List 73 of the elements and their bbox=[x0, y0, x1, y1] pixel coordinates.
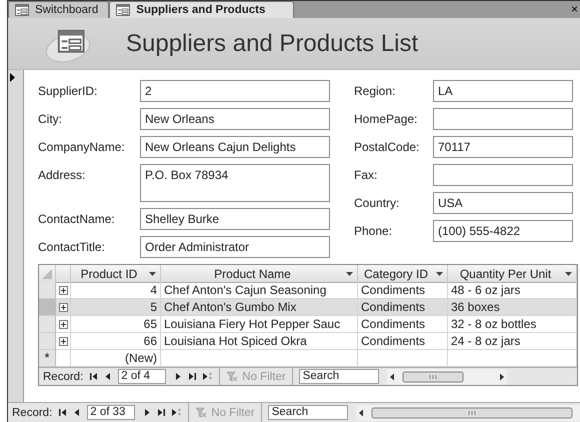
first-record-icon[interactable] bbox=[89, 371, 98, 382]
column-header[interactable]: Product ID bbox=[71, 265, 161, 283]
first-record-icon[interactable] bbox=[58, 407, 68, 418]
field-label: PostalCode: bbox=[354, 139, 420, 156]
input-field[interactable]: Order Administrator bbox=[140, 236, 330, 258]
new-row-marker: * bbox=[44, 350, 50, 366]
record-selector-icon[interactable] bbox=[8, 72, 16, 83]
table-cell: Louisiana Fiery Hot Pepper Sauc bbox=[161, 316, 358, 333]
field-label: Phone: bbox=[354, 223, 394, 240]
search-field[interactable]: Search bbox=[268, 405, 348, 420]
table-cell: Condiments bbox=[358, 333, 448, 350]
field-label: ContactTitle: bbox=[38, 239, 106, 256]
last-record-icon[interactable] bbox=[157, 407, 166, 418]
input-field[interactable]: New Orleans bbox=[140, 108, 330, 130]
record-position-field[interactable]: 2 of 4 bbox=[118, 369, 166, 384]
close-button[interactable]: × bbox=[570, 1, 580, 18]
field-label: Fax: bbox=[354, 167, 378, 184]
table-cell: 32 - 8 oz bottles bbox=[448, 316, 577, 333]
dropdown-arrow-icon[interactable] bbox=[346, 272, 353, 276]
column-header[interactable]: Product Name bbox=[161, 265, 358, 283]
table-cell: 66 bbox=[71, 333, 161, 350]
dropdown-arrow-icon[interactable] bbox=[436, 272, 443, 276]
form-title: Suppliers and Products List bbox=[126, 30, 418, 58]
expand-icon[interactable] bbox=[58, 286, 68, 294]
column-header[interactable]: Category ID bbox=[358, 265, 448, 283]
tab[interactable]: Switchboard bbox=[8, 1, 110, 18]
input-field[interactable] bbox=[433, 108, 573, 130]
previous-record-icon[interactable] bbox=[72, 407, 82, 418]
field-label: ContactName: bbox=[38, 211, 116, 228]
field-label: HomePage: bbox=[354, 111, 418, 128]
funnel-icon bbox=[195, 407, 208, 418]
input-field[interactable]: 70117 bbox=[433, 136, 573, 158]
table-cell: 65 bbox=[71, 316, 161, 333]
input-field[interactable] bbox=[433, 164, 573, 186]
column-header[interactable]: Quantity Per Unit bbox=[448, 265, 577, 283]
input-field[interactable]: P.O. Box 78934 bbox=[140, 164, 330, 202]
input-field[interactable]: 2 bbox=[140, 80, 330, 102]
input-field[interactable]: New Orleans Cajun Delights bbox=[140, 136, 330, 158]
field-label: CompanyName: bbox=[38, 139, 126, 156]
form-icon bbox=[115, 3, 132, 17]
form-icon bbox=[14, 3, 30, 17]
previous-record-icon[interactable] bbox=[103, 371, 112, 382]
input-field[interactable]: USA bbox=[433, 192, 573, 214]
record-label: Record: bbox=[43, 370, 84, 382]
expand-icon[interactable] bbox=[58, 302, 68, 312]
expand-icon[interactable] bbox=[58, 320, 68, 328]
search-field[interactable]: Search bbox=[298, 369, 379, 384]
input-field[interactable]: (100) 555-4822 bbox=[433, 220, 573, 242]
field-label: Country: bbox=[354, 195, 400, 212]
tab[interactable]: Suppliers and Products bbox=[109, 1, 294, 18]
last-record-icon[interactable] bbox=[188, 371, 198, 382]
field-label: City: bbox=[38, 111, 63, 128]
new-record-icon[interactable] bbox=[171, 407, 182, 418]
new-record-icon[interactable] bbox=[202, 371, 214, 382]
funnel-icon bbox=[226, 371, 238, 382]
table-cell: Condiments bbox=[358, 299, 448, 316]
expand-icon[interactable] bbox=[58, 336, 68, 346]
table-cell: 5 bbox=[71, 299, 161, 316]
table-cell: 36 boxes bbox=[448, 299, 577, 316]
table-cell: Chef Anton's Gumbo Mix bbox=[161, 299, 358, 316]
table-cell: Condiments bbox=[358, 316, 448, 333]
dropdown-arrow-icon[interactable] bbox=[565, 272, 572, 276]
record-label: Record: bbox=[12, 406, 52, 418]
field-label: Address: bbox=[38, 167, 86, 184]
field-label: SupplierID: bbox=[38, 83, 98, 100]
input-field[interactable]: LA bbox=[433, 80, 573, 102]
field-label: Region: bbox=[354, 83, 396, 100]
dropdown-arrow-icon[interactable] bbox=[149, 272, 156, 276]
horizontal-scrollbar[interactable] bbox=[386, 368, 507, 384]
table-cell: 24 - 8 oz jars bbox=[448, 333, 577, 350]
table-cell: Louisiana Hot Spiced Okra bbox=[161, 333, 358, 350]
record-position-field[interactable]: 2 of 33 bbox=[87, 405, 136, 420]
input-field[interactable]: Shelley Burke bbox=[140, 208, 330, 230]
